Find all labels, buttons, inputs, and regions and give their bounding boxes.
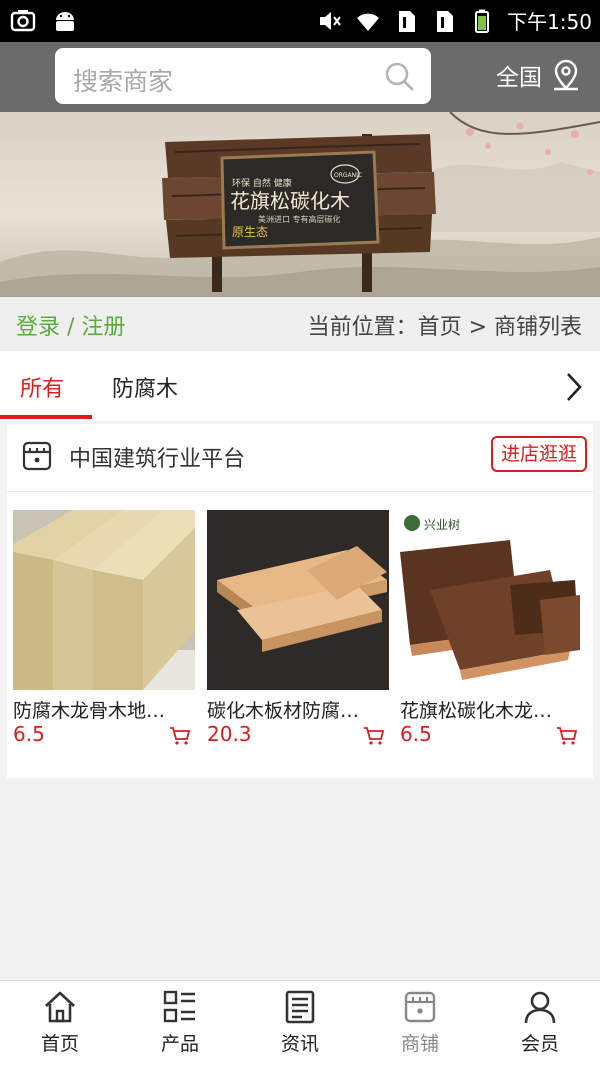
promo-banner[interactable]: 环保 自然 健康 花旗松碳化木 美洲进口 专有高层碳化 原生态 ORGANIC — [0, 112, 600, 297]
product-name[interactable]: 碳化木板材防腐… — [207, 696, 389, 723]
nav-products-label: 产品 — [160, 1033, 199, 1055]
header: 搜索商家 全国 — [0, 42, 600, 112]
battery-icon — [475, 9, 490, 33]
product-image[interactable]: 兴业树 — [400, 510, 582, 690]
cart-icon[interactable] — [556, 725, 578, 747]
brand-watermark: 兴业树 — [424, 518, 461, 532]
nav-shops[interactable]: 商铺 — [360, 989, 480, 1056]
banner-tagline: 环保 自然 健康 — [232, 177, 292, 189]
cart-icon[interactable] — [363, 725, 385, 747]
location-pin-icon — [554, 59, 578, 91]
banner-subtitle: 美洲进口 专有高层碳化 — [258, 214, 341, 224]
chevron-right-icon[interactable] — [564, 371, 584, 403]
nav-home[interactable]: 首页 — [0, 989, 120, 1056]
shop-header: 中国建筑行业平台 进店逛逛 — [7, 424, 593, 492]
active-tab-indicator — [0, 415, 92, 419]
product-price: 6.5 — [13, 722, 45, 746]
product-card[interactable]: 碳化木板材防腐… 20.3 — [207, 510, 389, 746]
product-price: 20.3 — [207, 722, 252, 746]
nav-home-label: 首页 — [40, 1033, 79, 1055]
clock: 下午1:50 — [507, 10, 592, 34]
bottom-navigation: 首页 产品 资讯 商铺 会员 — [0, 980, 600, 1067]
product-card[interactable]: 防腐木龙骨木地… 6.5 — [13, 510, 195, 746]
region-selector[interactable]: 全国 — [496, 58, 582, 92]
product-name[interactable]: 花旗松碳化木龙… — [400, 696, 582, 723]
cart-icon[interactable] — [169, 725, 191, 747]
nav-products[interactable]: 产品 — [120, 989, 240, 1056]
product-image[interactable] — [13, 510, 195, 690]
banner-badge: 原生态 — [232, 225, 268, 239]
home-icon — [45, 991, 75, 1023]
sim2-icon — [437, 10, 454, 32]
user-icon — [524, 991, 556, 1024]
nav-news[interactable]: 资讯 — [240, 989, 360, 1056]
breadcrumb-bar: 登录 / 注册 当前位置：首页 > 商铺列表 — [0, 297, 600, 351]
product-card[interactable]: 兴业树 花旗松碳化木龙… 6.5 — [400, 510, 582, 746]
tab-antiseptic-wood[interactable]: 防腐木 — [112, 371, 178, 403]
login-register-link[interactable]: 登录 / 注册 — [16, 309, 125, 341]
grid-list-icon — [163, 990, 195, 1023]
screenshot-icon — [10, 10, 36, 32]
breadcrumb: 当前位置：首页 > 商铺列表 — [307, 315, 582, 340]
android-icon — [56, 12, 74, 31]
mute-icon — [320, 11, 341, 30]
search-input[interactable]: 搜索商家 — [55, 48, 431, 104]
category-tabs: 所有 防腐木 — [0, 351, 600, 421]
wifi-icon — [357, 13, 380, 31]
product-name[interactable]: 防腐木龙骨木地… — [13, 696, 195, 723]
region-label: 全国 — [496, 65, 542, 91]
product-price: 6.5 — [400, 722, 432, 746]
sim1-icon — [399, 10, 416, 32]
shop-icon — [404, 991, 436, 1023]
nav-shops-label: 商铺 — [400, 1033, 439, 1055]
news-icon — [285, 990, 315, 1024]
nav-news-label: 资讯 — [280, 1033, 319, 1055]
nav-member[interactable]: 会员 — [480, 989, 600, 1056]
nav-member-label: 会员 — [520, 1033, 559, 1055]
banner-title: 花旗松碳化木 — [230, 189, 350, 213]
status-bar: 下午1:50 — [0, 0, 600, 42]
product-image[interactable] — [207, 510, 389, 690]
organic-stamp: ORGANIC — [334, 172, 362, 179]
shop-card: 中国建筑行业平台 进店逛逛 防腐木龙骨木地… 6.5 碳化木板材防腐… 20.3… — [7, 424, 593, 778]
storefront-icon — [22, 441, 52, 471]
tab-all[interactable]: 所有 — [20, 371, 64, 403]
search-icon[interactable] — [383, 60, 415, 92]
enter-shop-button[interactable]: 进店逛逛 — [490, 436, 587, 472]
shop-name[interactable]: 中国建筑行业平台 — [69, 441, 245, 473]
search-placeholder: 搜索商家 — [73, 67, 174, 96]
